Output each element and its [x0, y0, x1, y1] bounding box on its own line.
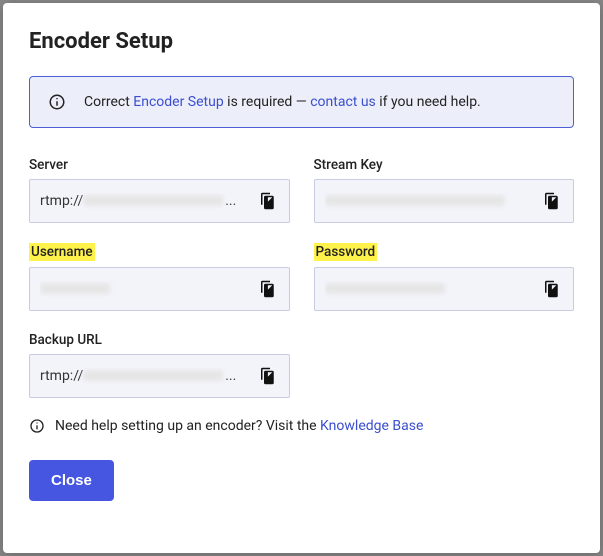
close-button[interactable]: Close	[29, 460, 114, 501]
info-icon	[48, 93, 66, 111]
page-title: Encoder Setup	[29, 29, 574, 54]
username-label: Username	[29, 243, 95, 261]
help-row: Need help setting up an encoder? Visit t…	[29, 418, 574, 434]
password-label: Password	[314, 243, 378, 261]
info-banner: Correct Encoder Setup is required — cont…	[29, 76, 574, 128]
stream-key-input[interactable]	[314, 179, 575, 223]
copy-stream-key-button[interactable]	[539, 188, 563, 214]
server-value: rtmp://...	[40, 193, 247, 209]
stream-key-field: Stream Key	[314, 154, 575, 223]
backup-url-value: rtmp://...	[40, 368, 247, 384]
stream-key-label: Stream Key	[314, 157, 383, 173]
modal-footer: Close	[29, 460, 574, 501]
backup-url-label: Backup URL	[29, 332, 102, 348]
encoder-setup-link[interactable]: Encoder Setup	[133, 94, 223, 110]
info-icon	[29, 418, 45, 434]
server-field: Server rtmp://...	[29, 154, 290, 223]
password-value	[325, 281, 532, 297]
knowledge-base-link[interactable]: Knowledge Base	[320, 418, 423, 434]
backup-url-input[interactable]: rtmp://...	[29, 354, 290, 398]
copy-server-button[interactable]	[255, 188, 279, 214]
contact-us-link[interactable]: contact us	[310, 94, 376, 110]
server-input[interactable]: rtmp://...	[29, 179, 290, 223]
copy-backup-url-button[interactable]	[255, 363, 279, 389]
username-value	[40, 281, 247, 297]
copy-password-button[interactable]	[539, 276, 563, 302]
info-banner-text: Correct Encoder Setup is required — cont…	[84, 94, 481, 110]
password-input[interactable]	[314, 267, 575, 311]
help-text: Need help setting up an encoder? Visit t…	[55, 418, 423, 434]
copy-username-button[interactable]	[255, 276, 279, 302]
encoder-setup-modal: Encoder Setup Correct Encoder Setup is r…	[3, 3, 600, 553]
fields-grid: Server rtmp://... Stream Key	[29, 154, 574, 398]
server-label: Server	[29, 157, 68, 173]
stream-key-value	[325, 193, 532, 209]
username-input[interactable]	[29, 267, 290, 311]
backup-url-field: Backup URL rtmp://...	[29, 329, 290, 398]
password-field: Password	[314, 241, 575, 311]
username-field: Username	[29, 241, 290, 311]
